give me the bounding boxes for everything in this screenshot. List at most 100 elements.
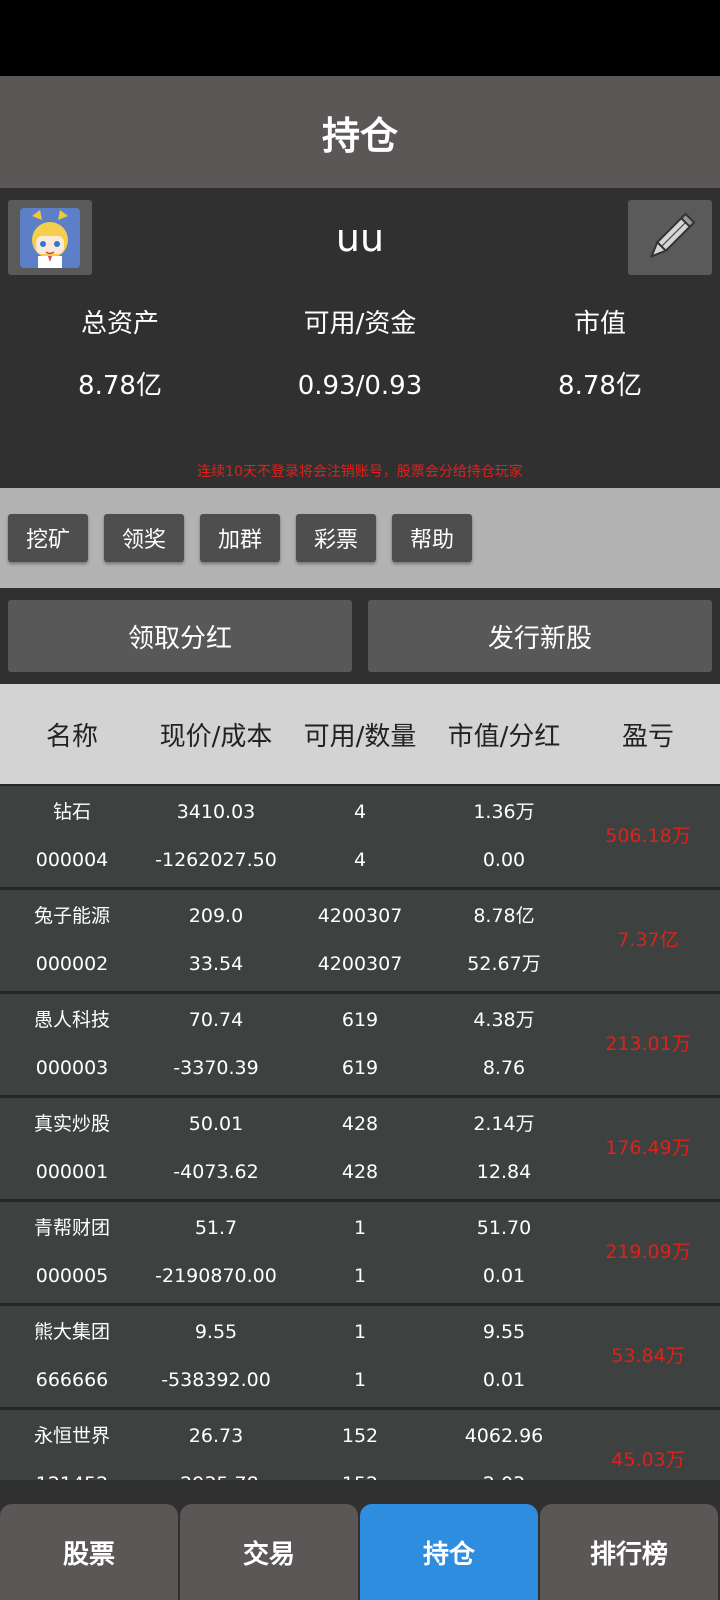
current-price: 209.0 <box>188 905 244 927</box>
stock-name: 兔子能源 <box>33 905 110 927</box>
stat-value: 8.78亿 <box>78 371 162 401</box>
stock-code: 666666 <box>35 1369 109 1391</box>
join-group-button[interactable]: 加群 <box>200 514 280 562</box>
tab-leaderboard[interactable]: 排行榜 <box>540 1504 718 1600</box>
current-price: 3410.03 <box>176 801 256 823</box>
stock-name: 愚人科技 <box>33 1009 110 1031</box>
available-shares: 428 <box>341 1113 379 1135</box>
table-row[interactable]: 青帮财团 000005 51.7 -2190870.00 1 1 51.70 0… <box>0 1202 720 1303</box>
table-row[interactable]: 钻石 000004 3410.03 -1262027.50 4 4 1.36万 … <box>0 786 720 887</box>
holdings-table-header: 名称 现价/成本 可用/数量 市值/分红 盈亏 <box>0 684 720 784</box>
big-action-row: 领取分红 发行新股 <box>0 588 720 684</box>
stock-code: 121452 <box>0 1472 144 1480</box>
current-price: 26.73 <box>188 1425 244 1447</box>
profile-panel: uu 总资产 8.78亿 可用/资金 0.93/0.93 市值 8.78亿 连续… <box>0 188 720 488</box>
column-header-market-value-dividend: 市值/分红 <box>447 721 561 752</box>
share-quantity: 152 <box>288 1472 432 1480</box>
profit-loss: 176.49万 <box>605 1137 691 1159</box>
column-header-profit-loss: 盈亏 <box>621 721 674 752</box>
available-shares: 4 <box>353 801 367 823</box>
stock-name: 熊大集团 <box>33 1321 110 1343</box>
tab-holdings[interactable]: 持仓 <box>360 1504 538 1600</box>
market-value: 1.36万 <box>473 801 535 823</box>
bottom-navigation: 股票 交易 持仓 排行榜 <box>0 1480 720 1600</box>
stock-name: 青帮财团 <box>33 1217 110 1239</box>
table-row[interactable]: 真实炒股 000001 50.01 -4073.62 428 428 2.14万… <box>0 1098 720 1199</box>
current-price: 9.55 <box>194 1321 238 1343</box>
table-row[interactable]: 永恒世界 121452 26.73 -2935.78 152 152 4062.… <box>0 1410 720 1480</box>
market-value: 4.38万 <box>473 1009 535 1031</box>
current-price: 50.01 <box>188 1113 244 1135</box>
column-header-name: 名称 <box>45 721 98 752</box>
stock-name: 真实炒股 <box>33 1113 110 1135</box>
profit-loss: 219.09万 <box>605 1241 691 1263</box>
page-title: 持仓 <box>321 113 398 158</box>
cost-price: -1262027.50 <box>155 849 277 871</box>
claim-reward-button[interactable]: 领奖 <box>104 514 184 562</box>
current-price: 70.74 <box>188 1009 244 1031</box>
dividend: 2.03 <box>432 1472 576 1480</box>
market-value: 2.14万 <box>473 1113 535 1135</box>
stat-value: 8.78亿 <box>558 371 642 401</box>
stat-label: 总资产 <box>80 309 159 339</box>
stock-code: 000005 <box>35 1265 109 1287</box>
share-quantity: 1 <box>353 1265 367 1287</box>
dividend: 52.67万 <box>467 953 541 975</box>
available-shares: 619 <box>341 1009 379 1031</box>
stat-available-funds: 可用/资金 0.93/0.93 <box>240 304 480 406</box>
cost-price: 33.54 <box>188 953 244 975</box>
stat-value: 0.93/0.93 <box>297 371 423 401</box>
help-button[interactable]: 帮助 <box>392 514 472 562</box>
profit-loss: 213.01万 <box>605 1033 691 1055</box>
table-row[interactable]: 兔子能源 000002 209.0 33.54 4200307 4200307 … <box>0 890 720 991</box>
available-shares: 1 <box>353 1217 367 1239</box>
market-value: 4062.96 <box>464 1425 544 1447</box>
profit-loss: 53.84万 <box>611 1345 685 1367</box>
holdings-table: 钻石 000004 3410.03 -1262027.50 4 4 1.36万 … <box>0 784 720 1480</box>
tab-stocks[interactable]: 股票 <box>0 1504 178 1600</box>
mining-button[interactable]: 挖矿 <box>8 514 88 562</box>
column-header-available-quantity: 可用/数量 <box>303 721 417 752</box>
lottery-button[interactable]: 彩票 <box>296 514 376 562</box>
stock-code: 000004 <box>35 849 109 871</box>
stat-total-assets: 总资产 8.78亿 <box>0 304 240 406</box>
stock-name: 永恒世界 <box>33 1425 110 1447</box>
stock-code: 000003 <box>35 1057 109 1079</box>
current-price: 51.7 <box>194 1217 238 1239</box>
stat-label: 市值 <box>573 309 626 339</box>
page-title-bar: 持仓 <box>0 76 720 188</box>
table-row[interactable]: 愚人科技 000003 70.74 -3370.39 619 619 4.38万… <box>0 994 720 1095</box>
issue-new-stock-button[interactable]: 发行新股 <box>368 600 712 672</box>
dividend: 0.01 <box>482 1265 526 1287</box>
claim-dividend-button[interactable]: 领取分红 <box>8 600 352 672</box>
available-shares: 1 <box>353 1321 367 1343</box>
cost-price: -538392.00 <box>161 1369 271 1391</box>
dividend: 0.00 <box>482 849 526 871</box>
dividend: 8.76 <box>482 1057 526 1079</box>
tab-trade[interactable]: 交易 <box>180 1504 358 1600</box>
cost-price: -2935.78 <box>144 1472 288 1480</box>
stat-market-value: 市值 8.78亿 <box>480 304 720 406</box>
stock-code: 000002 <box>35 953 109 975</box>
pencil-icon <box>649 212 696 258</box>
cost-price: -4073.62 <box>173 1161 259 1183</box>
edit-profile-button[interactable] <box>628 200 712 275</box>
dividend: 0.01 <box>482 1369 526 1391</box>
market-value: 51.70 <box>476 1217 532 1239</box>
market-value: 8.78亿 <box>473 905 535 927</box>
stock-code: 000001 <box>35 1161 109 1183</box>
column-header-price-cost: 现价/成本 <box>159 721 273 752</box>
stat-label: 可用/资金 <box>303 309 417 339</box>
share-quantity: 619 <box>341 1057 379 1079</box>
market-value: 9.55 <box>482 1321 526 1343</box>
dividend: 12.84 <box>476 1161 532 1183</box>
profit-loss: 7.37亿 <box>617 929 679 951</box>
available-shares: 4200307 <box>317 905 403 927</box>
table-row[interactable]: 熊大集团 666666 9.55 -538392.00 1 1 9.55 0.0… <box>0 1306 720 1407</box>
available-shares: 152 <box>341 1425 379 1447</box>
username: uu <box>335 216 385 260</box>
share-quantity: 4 <box>353 849 367 871</box>
profit-loss: 45.03万 <box>611 1449 685 1471</box>
inactivity-notice: 连续10天不登录将会注销账号，股票会分给持仓玩家 <box>197 464 523 480</box>
cost-price: -2190870.00 <box>155 1265 277 1287</box>
